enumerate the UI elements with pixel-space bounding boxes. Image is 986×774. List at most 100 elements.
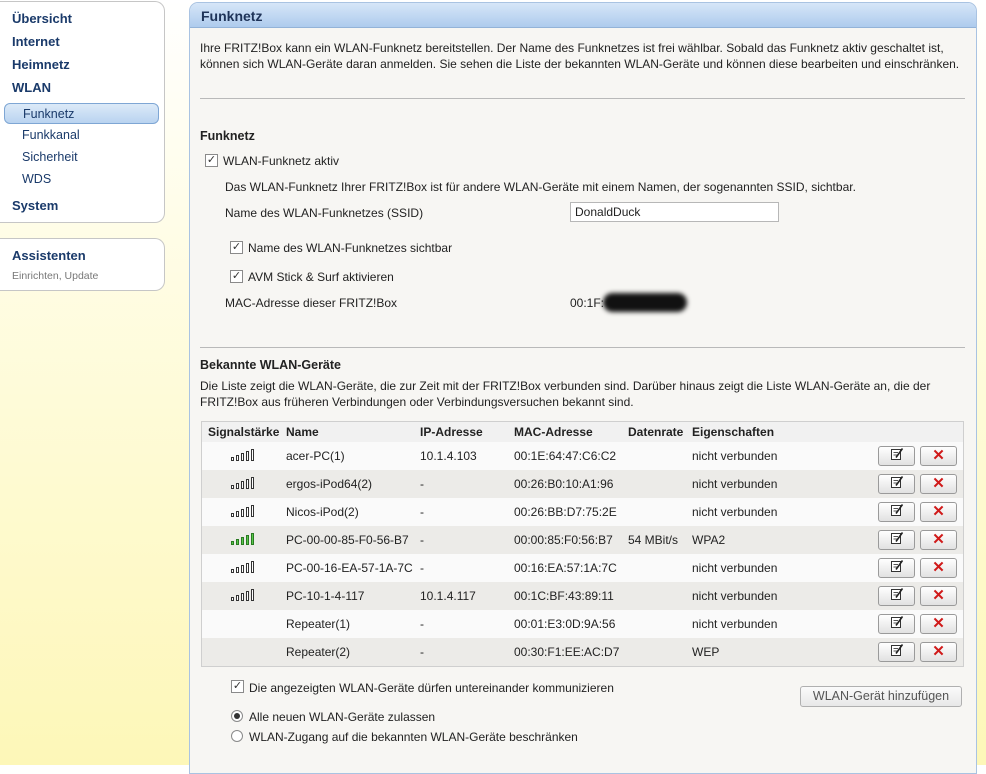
cell-props: WEP <box>686 638 872 667</box>
sidebar-item-uebersicht[interactable]: Übersicht <box>12 11 72 26</box>
cell-ip: 10.1.4.103 <box>414 442 508 470</box>
funknetz-heading: Funknetz <box>200 129 255 143</box>
edit-button[interactable] <box>878 558 915 578</box>
sidebar-subitem-funknetz[interactable]: Funknetz <box>4 103 159 124</box>
cell-ip: - <box>414 498 508 526</box>
cell-actions: ✕ <box>872 610 964 638</box>
cell-mac: 00:1E:64:47:C6:C2 <box>508 442 622 470</box>
table-row: Nicos-iPod(2) -00:26:BB:D7:75:2E nicht ver… <box>201 498 964 526</box>
cell-rate <box>622 470 686 498</box>
delete-button[interactable]: ✕ <box>920 446 957 466</box>
cell-actions: ✕ <box>872 442 964 470</box>
edit-button[interactable] <box>878 614 915 634</box>
col-actions <box>872 421 964 442</box>
cell-rate <box>622 442 686 470</box>
sidebar-subitem-wds[interactable]: WDS <box>22 172 51 186</box>
devices-table: Signalstärke Name IP-Adresse MAC-Adresse… <box>201 421 964 667</box>
stick-surf-checkbox[interactable]: ✓ <box>230 270 243 283</box>
sidebar-item-internet[interactable]: Internet <box>12 34 60 49</box>
ssid-visible-label: Name des WLAN-Funknetzes sichtbar <box>248 241 453 255</box>
checkmark-icon: ✓ <box>231 270 242 282</box>
mac-label: MAC-Adresse dieser FRITZ!Box <box>225 296 398 310</box>
assistants-title[interactable]: Assistenten <box>12 248 86 263</box>
wlan-active-label: WLAN-Funknetz aktiv <box>223 154 340 168</box>
delete-button[interactable]: ✕ <box>920 614 957 634</box>
communicate-label: Die angezeigten WLAN-Geräte dürfen unter… <box>249 681 614 695</box>
cell-ip: - <box>414 638 508 667</box>
signal-strength-icon <box>231 588 255 601</box>
delete-x-icon: ✕ <box>932 447 945 464</box>
table-header-row: Signalstärke Name IP-Adresse MAC-Adresse… <box>201 421 964 442</box>
allow-all-label: Alle neuen WLAN-Geräte zulassen <box>249 710 436 724</box>
cell-signal <box>201 470 280 498</box>
delete-button[interactable]: ✕ <box>920 558 957 578</box>
restrict-label: WLAN-Zugang auf die bekannten WLAN-Gerät… <box>249 730 578 744</box>
cell-actions: ✕ <box>872 638 964 667</box>
delete-button[interactable]: ✕ <box>920 530 957 550</box>
delete-button[interactable]: ✕ <box>920 586 957 606</box>
cell-rate <box>622 610 686 638</box>
cell-props: nicht verbunden <box>686 498 872 526</box>
table-row: acer-PC(1) 10.1.4.103 00:1E:64:47:C6:C2 nic… <box>201 442 964 470</box>
table-row: PC-00-16-EA-57-1A-7C -00:16:EA:57:1A:7C ni… <box>201 554 964 582</box>
col-ip: IP-Adresse <box>414 421 508 442</box>
delete-button[interactable]: ✕ <box>920 642 957 662</box>
cell-ip: - <box>414 554 508 582</box>
cell-name: ergos-iPod64(2) <box>280 470 414 498</box>
cell-mac: 00:1C:BF:43:89:11 <box>508 582 622 610</box>
assistants-box[interactable]: Assistenten Einrichten, Update <box>0 238 165 291</box>
add-device-button[interactable]: WLAN-Gerät hinzufügen <box>800 686 962 707</box>
cell-name: Repeater(2) <box>280 638 414 667</box>
edit-button[interactable] <box>878 474 915 494</box>
cell-mac: 00:16:EA:57:1A:7C <box>508 554 622 582</box>
cell-name: PC-00-16-EA-57-1A-7C <box>280 554 414 582</box>
divider <box>200 347 965 348</box>
sidebar-subitem-sicherheit[interactable]: Sicherheit <box>22 150 78 164</box>
cell-name: PC-00-00-85-F0-56-B7 <box>280 526 414 554</box>
redaction-blur <box>603 293 687 312</box>
ssid-visible-checkbox[interactable]: ✓ <box>230 241 243 254</box>
communicate-checkbox[interactable]: ✓ <box>231 680 244 693</box>
restrict-radio[interactable] <box>231 730 243 742</box>
signal-strength-icon <box>231 476 255 489</box>
cell-rate <box>622 554 686 582</box>
cell-name: PC-10-1-4-117 <box>280 582 414 610</box>
wlan-active-checkbox[interactable]: ✓ <box>205 154 218 167</box>
delete-button[interactable]: ✕ <box>920 502 957 522</box>
sidebar-nav: Übersicht Internet Heimnetz WLAN Funknet… <box>0 1 165 223</box>
table-row: PC-00-00-85-F0-56-B7-00:00:85:F0:56:B7 54… <box>201 526 964 554</box>
edit-button[interactable] <box>878 530 915 550</box>
cell-mac: 00:26:BB:D7:75:2E <box>508 498 622 526</box>
delete-x-icon: ✕ <box>932 475 945 492</box>
cell-actions: ✕ <box>872 470 964 498</box>
edit-button[interactable] <box>878 502 915 522</box>
sidebar-item-wlan[interactable]: WLAN <box>12 80 51 95</box>
edit-button[interactable] <box>878 642 915 662</box>
signal-strength-icon <box>231 532 255 545</box>
cell-signal <box>201 498 280 526</box>
sidebar-item-heimnetz[interactable]: Heimnetz <box>12 57 70 72</box>
edit-button[interactable] <box>878 446 915 466</box>
cell-mac: 00:30:F1:EE:AC:D7 <box>508 638 622 667</box>
delete-x-icon: ✕ <box>932 587 945 604</box>
allow-all-radio[interactable] <box>231 710 243 722</box>
cell-ip: - <box>414 526 508 554</box>
cell-ip: - <box>414 470 508 498</box>
delete-button[interactable]: ✕ <box>920 474 957 494</box>
cell-props: nicht verbunden <box>686 470 872 498</box>
ssid-input[interactable] <box>570 202 779 222</box>
col-name: Name <box>280 421 414 442</box>
sidebar-subitem-funkkanal[interactable]: Funkkanal <box>22 128 80 142</box>
cell-signal <box>201 526 280 554</box>
edit-icon <box>890 616 903 628</box>
edit-icon <box>890 560 903 572</box>
cell-actions: ✕ <box>872 582 964 610</box>
page-title: Funknetz <box>201 8 263 24</box>
divider <box>200 98 965 99</box>
edit-button[interactable] <box>878 586 915 606</box>
delete-x-icon: ✕ <box>932 643 945 660</box>
col-signal: Signalstärke <box>201 421 280 442</box>
sidebar-item-system[interactable]: System <box>12 198 58 213</box>
signal-strength-icon <box>231 504 255 517</box>
ssid-label: Name des WLAN-Funknetzes (SSID) <box>225 206 424 220</box>
